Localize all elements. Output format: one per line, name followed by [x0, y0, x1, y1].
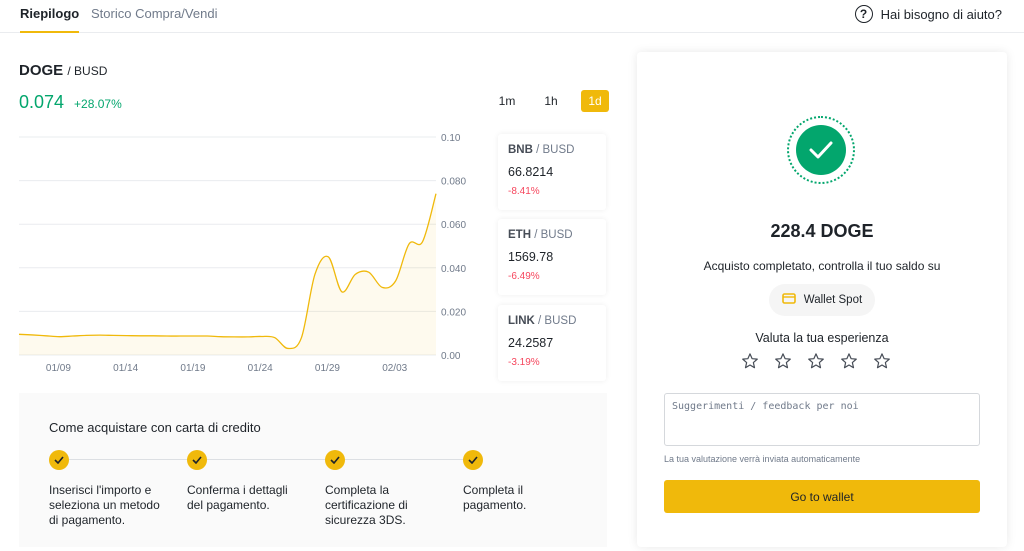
tab-riepilogo[interactable]: Riepilogo — [20, 7, 80, 33]
step-1-text: Inserisci l'importo e seleziona un metod… — [49, 483, 160, 527]
wallet-icon — [781, 293, 796, 307]
pair-base: DOGE — [19, 62, 64, 79]
star-icon[interactable] — [738, 349, 762, 373]
purchase-message: Acquisto completato, controlla il tuo sa… — [703, 259, 941, 273]
ticker-card-bnb[interactable]: BNB / BUSD 66.8214 -8.41% — [498, 134, 606, 210]
feedback-input[interactable] — [664, 393, 980, 446]
ticker-price: 66.8214 — [508, 165, 554, 179]
steps-connector — [59, 459, 473, 460]
howto-title: Come acquistare con carta di credito — [49, 420, 261, 435]
help-label: Hai bisogno di aiuto? — [880, 6, 1002, 22]
success-badge — [787, 116, 855, 184]
purchase-result-panel: 228.4 DOGE Acquisto completato, controll… — [637, 52, 1007, 547]
timeframe-1d[interactable]: 1d — [581, 90, 609, 112]
star-icon[interactable] — [837, 349, 861, 373]
x-tick-label: 01/09 — [46, 363, 71, 374]
timeframe-1m[interactable]: 1m — [493, 90, 521, 112]
check-icon — [49, 450, 69, 470]
check-icon — [796, 125, 846, 175]
step-4-text: Completa il pagamento. — [463, 483, 527, 512]
rating-title: Valuta la tua esperienza — [755, 331, 889, 345]
ticker-price: 1569.78 — [508, 250, 554, 264]
step-3-text: Completa la certificazione di sicurezza … — [325, 483, 408, 527]
star-icon[interactable] — [804, 349, 828, 373]
x-tick-label: 01/14 — [113, 363, 138, 374]
y-tick-label: 0.080 — [441, 177, 466, 188]
pair-quote: / BUSD — [67, 64, 108, 78]
star-icon[interactable] — [870, 349, 894, 373]
ticker-change: -3.19% — [508, 357, 540, 368]
y-tick-label: 0.060 — [441, 220, 466, 231]
go-to-wallet-button[interactable]: Go to wallet — [664, 480, 980, 513]
star-icon[interactable] — [771, 349, 795, 373]
check-icon — [463, 450, 483, 470]
question-circle-icon: ? — [854, 5, 873, 23]
pair-title: DOGE / BUSD — [19, 62, 107, 79]
ticker-pair: BNB / BUSD — [508, 144, 575, 156]
auto-send-note: La tua valutazione verrà inviata automat… — [664, 454, 861, 464]
timeframe-1h[interactable]: 1h — [537, 90, 565, 112]
price-chart: 0.00 0.020 0.040 0.060 0.080 0.10 01/09 01/14 01… — [18, 133, 466, 374]
howto-panel: Come acquistare con carta di credito Ins… — [19, 393, 607, 547]
x-tick-label: 01/19 — [180, 363, 205, 374]
ticker-pair: LINK / BUSD — [508, 315, 577, 327]
wallet-spot-label: Wallet Spot — [803, 294, 863, 306]
y-tick-label: 0.040 — [441, 264, 466, 275]
wallet-spot-button[interactable]: Wallet Spot — [769, 284, 875, 316]
check-icon — [325, 450, 345, 470]
tab-storico[interactable]: Storico Compra/Vendi — [91, 7, 217, 33]
y-tick-label: 0.020 — [441, 307, 466, 318]
x-tick-label: 02/03 — [382, 363, 407, 374]
ticker-pair: ETH / BUSD — [508, 229, 573, 241]
y-tick-label: 0.10 — [441, 133, 461, 144]
ticker-card-link[interactable]: LINK / BUSD 24.2587 -3.19% — [498, 305, 606, 381]
x-tick-label: 01/24 — [248, 363, 273, 374]
y-tick-label: 0.00 — [441, 351, 461, 362]
step-2-text: Conferma i dettagli del pagamento. — [187, 483, 288, 512]
area-fill — [19, 193, 436, 355]
ticker-price: 24.2587 — [508, 336, 554, 350]
current-price: 0.074 — [19, 92, 65, 112]
purchased-amount: 228.4 DOGE — [770, 221, 874, 241]
help-link[interactable]: ? Hai bisogno di aiuto? — [854, 5, 1002, 23]
rating-stars — [738, 349, 903, 373]
price-change: +28.07% — [74, 97, 122, 111]
top-tab-bar: Riepilogo Storico Compra/Vendi ? Hai bis… — [0, 0, 1024, 33]
price-row: 0.074 +28.07% — [19, 92, 122, 113]
ticker-change: -8.41% — [508, 186, 540, 197]
check-icon — [187, 450, 207, 470]
ticker-card-eth[interactable]: ETH / BUSD 1569.78 -6.49% — [498, 219, 606, 295]
x-tick-label: 01/29 — [315, 363, 340, 374]
ticker-change: -6.49% — [508, 271, 540, 282]
